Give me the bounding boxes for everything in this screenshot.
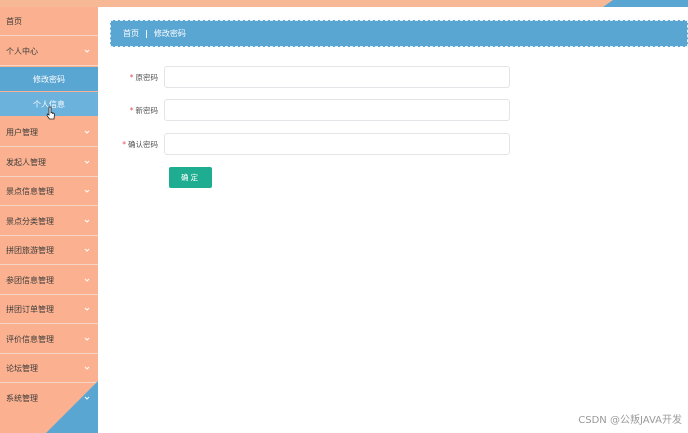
sidebar-item-initiator-management[interactable]: 发起人管理 <box>0 148 98 177</box>
new-password-row: * 新密码 <box>110 99 520 121</box>
chevron-down-icon <box>84 160 90 164</box>
sidebar-item-label: 系统管理 <box>6 394 38 403</box>
chevron-down-icon <box>84 49 90 53</box>
breadcrumb-current: 修改密码 <box>153 29 186 38</box>
sidebar-item-personal-center[interactable]: 个人中心 <box>0 37 98 66</box>
sidebar-item-label: 景点分类管理 <box>6 216 54 226</box>
sidebar-subitem-label: 修改密码 <box>33 74 65 84</box>
pointer-cursor-icon <box>46 106 55 120</box>
chevron-down-icon <box>84 189 90 193</box>
chevron-down-icon <box>84 366 90 370</box>
sidebar-item-scenic-category-management[interactable]: 景点分类管理 <box>0 207 98 236</box>
old-password-row: * 原密码 <box>110 66 520 88</box>
required-mark: * <box>129 105 134 115</box>
chevron-down-icon <box>84 307 90 311</box>
sidebar-item-forum-management[interactable]: 论坛管理 <box>0 354 98 383</box>
sidebar-item-scenic-info-management[interactable]: 景点信息管理 <box>0 177 98 206</box>
sidebar-item-label: 用户管理 <box>6 127 38 137</box>
sidebar-item-home[interactable]: 首页 <box>0 7 98 36</box>
watermark: CSDN @公叛JAVA开发 <box>578 415 682 426</box>
sidebar-subitem-change-password[interactable]: 修改密码 <box>0 67 98 91</box>
top-strip <box>0 0 688 7</box>
chevron-down-icon <box>84 396 90 400</box>
top-strip-accent <box>603 0 688 7</box>
sidebar-item-label: 发起人管理 <box>6 157 46 167</box>
sidebar-item-label: 参团信息管理 <box>6 275 54 285</box>
sidebar-item-label: 个人中心 <box>6 46 38 56</box>
chevron-down-icon <box>84 337 90 341</box>
new-password-label: * 新密码 <box>129 105 158 115</box>
sidebar-item-user-management[interactable]: 用户管理 <box>0 118 98 147</box>
confirm-button[interactable]: 确定 <box>169 167 212 188</box>
sidebar-item-label: 评价信息管理 <box>6 334 54 344</box>
sidebar-item-label: 景点信息管理 <box>6 186 54 196</box>
sidebar-item-label: 拼团旅游管理 <box>6 245 54 255</box>
confirm-password-input[interactable] <box>164 133 510 155</box>
sidebar-item-label: 首页 <box>6 16 22 26</box>
sidebar-item-group-tour-management[interactable]: 拼团旅游管理 <box>0 236 98 265</box>
chevron-down-icon <box>84 248 90 252</box>
sidebar-item-label: 拼团订单管理 <box>6 304 54 314</box>
sidebar-item-label: 论坛管理 <box>6 363 38 373</box>
required-mark: * <box>122 139 126 149</box>
chevron-down-icon <box>84 130 90 134</box>
sidebar-item-group-join-management[interactable]: 参团信息管理 <box>0 266 98 295</box>
sidebar-item-system-management[interactable]: 系统管理 <box>0 384 98 413</box>
chevron-down-icon <box>84 219 90 223</box>
new-password-input[interactable] <box>164 99 510 121</box>
required-mark: * <box>129 72 134 82</box>
breadcrumb-home[interactable]: 首页 <box>123 28 139 39</box>
confirm-password-label: * 确认密码 <box>122 139 158 149</box>
breadcrumb: 首页 | 修改密码 <box>110 20 688 47</box>
sidebar-item-review-management[interactable]: 评价信息管理 <box>0 325 98 354</box>
sidebar-item-group-order-management[interactable]: 拼团订单管理 <box>0 295 98 324</box>
old-password-input[interactable] <box>164 66 510 88</box>
app-root: 首页 个人中心 修改密码 个人信息 用户管理 发起人管理 景点信息管理 景点分类… <box>0 0 688 433</box>
breadcrumb-separator: | <box>145 29 148 38</box>
confirm-password-row: * 确认密码 <box>110 133 520 155</box>
chevron-down-icon <box>84 278 90 282</box>
sidebar: 首页 个人中心 修改密码 个人信息 用户管理 发起人管理 景点信息管理 景点分类… <box>0 7 98 433</box>
old-password-label: * 原密码 <box>129 72 158 82</box>
